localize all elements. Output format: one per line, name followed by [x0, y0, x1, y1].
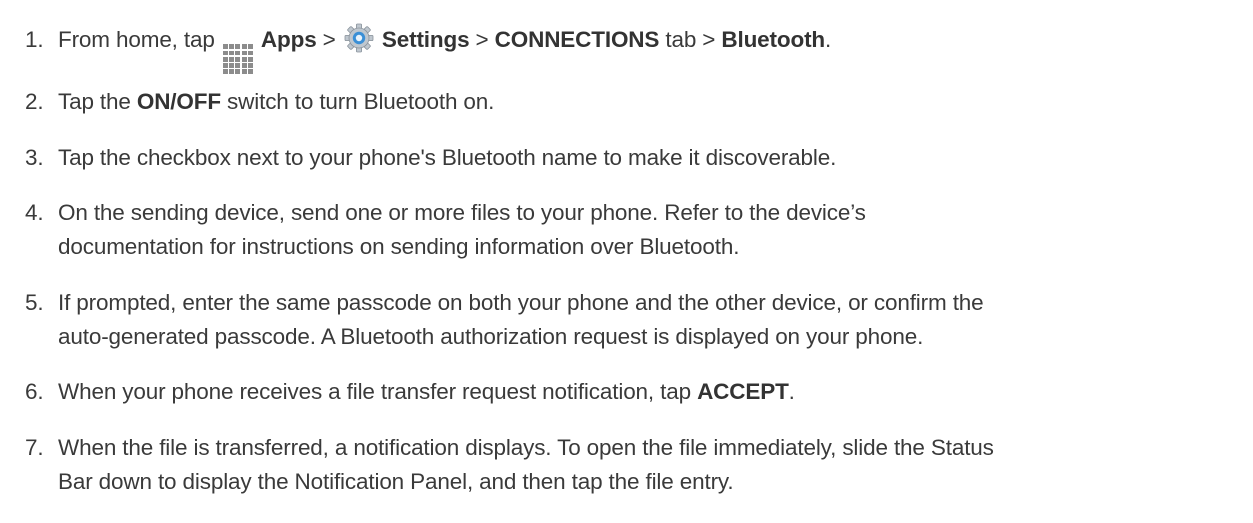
on-off-label: ON/OFF — [136, 89, 221, 114]
connections-label: CONNECTIONS — [494, 27, 660, 52]
step-1: 1. From home, tap Apps > Settings > CONN… — [25, 23, 1245, 75]
apps-label: Apps — [260, 27, 317, 52]
step-5: 5. If prompted, enter the same passcode … — [25, 286, 1245, 354]
step-text: From home, tap Apps > Settings > CONNECT… — [58, 23, 1245, 75]
step-number: 1. — [25, 27, 44, 52]
step-number: 7. — [25, 435, 44, 460]
step-4: 4. On the sending device, send one or mo… — [25, 196, 1245, 264]
step-text: Tap the ON/OFF switch to turn Bluetooth … — [58, 89, 495, 114]
step-number: 5. — [25, 290, 44, 315]
step-number: 3. — [25, 145, 44, 170]
step-3: 3. Tap the checkbox next to your phone's… — [25, 141, 1245, 175]
step-2: 2. Tap the ON/OFF switch to turn Bluetoo… — [25, 85, 1245, 119]
step-text: When your phone receives a file transfer… — [58, 379, 795, 404]
step-text: Tap the checkbox next to your phone's Bl… — [58, 145, 837, 170]
accept-label: ACCEPT — [697, 379, 789, 404]
step-6: 6. When your phone receives a file trans… — [25, 375, 1245, 409]
step-7: 7. When the file is transferred, a notif… — [25, 431, 1245, 499]
apps-grid-icon — [222, 44, 253, 75]
step-number: 6. — [25, 379, 44, 404]
step-number: 2. — [25, 89, 44, 114]
step-text: If prompted, enter the same passcode on … — [58, 290, 984, 349]
step-text: On the sending device, send one or more … — [58, 200, 866, 259]
step-text: When the file is transferred, a notifica… — [58, 435, 994, 494]
settings-gear-icon — [344, 23, 374, 63]
step-number: 4. — [25, 200, 44, 225]
settings-label: Settings — [381, 27, 470, 52]
bluetooth-label: Bluetooth — [721, 27, 826, 52]
